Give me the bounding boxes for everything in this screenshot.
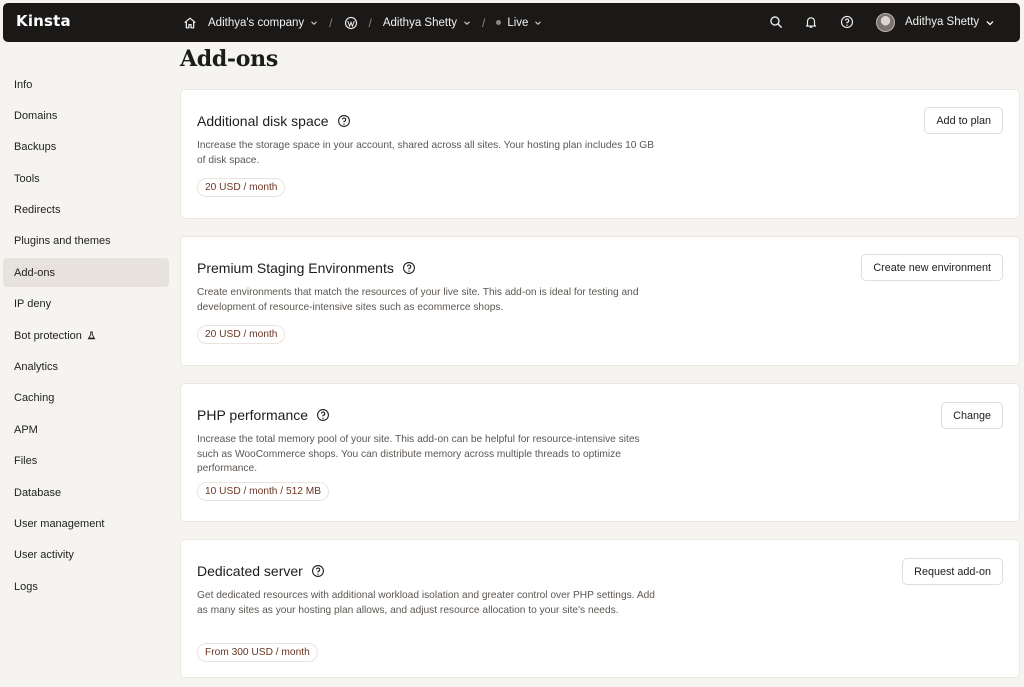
sidebar-item-bot-protection[interactable]: Bot protection <box>3 321 169 350</box>
addon-card-dedicated-server: Dedicated server Get dedicated resources… <box>180 539 1020 678</box>
sidebar-item-label: Analytics <box>14 361 59 374</box>
breadcrumb-separator: / <box>368 15 372 30</box>
help-icon[interactable] <box>311 564 325 578</box>
chevron-down-icon <box>535 20 542 25</box>
add-to-plan-button[interactable]: Add to plan <box>924 107 1003 134</box>
sidebar-item-user-management[interactable]: User management <box>3 509 169 538</box>
sidebar-item-analytics[interactable]: Analytics <box>3 353 169 382</box>
price-badge: 20 USD / month <box>197 325 286 344</box>
environment-status-dot <box>496 20 502 25</box>
sidebar-item-database[interactable]: Database <box>3 478 169 507</box>
sidebar-item-apm[interactable]: APM <box>3 415 169 444</box>
sidebar-item-label: Backups <box>14 141 57 154</box>
home-icon <box>184 17 196 28</box>
site-name: Adithya Shetty <box>382 16 458 29</box>
addon-card-disk-space: Additional disk space Increase the stora… <box>180 89 1020 219</box>
kinsta-logo[interactable]: Kinsta <box>16 12 71 30</box>
help-icon[interactable] <box>840 15 854 29</box>
sidebar-item-tools[interactable]: Tools <box>3 164 169 193</box>
sidebar-item-label: Add-ons <box>14 266 55 279</box>
card-title-text: Dedicated server <box>197 563 303 579</box>
sidebar-item-redirects[interactable]: Redirects <box>3 196 169 225</box>
breadcrumb-wordpress[interactable] <box>344 16 358 30</box>
card-description: Create environments that match the resou… <box>197 287 639 313</box>
create-new-environment-button[interactable]: Create new environment <box>861 254 1003 281</box>
sidebar-item-label: Bot protection <box>14 329 82 342</box>
sidebar-item-ip-deny[interactable]: IP deny <box>3 290 169 319</box>
sidebar-item-caching[interactable]: Caching <box>3 384 169 413</box>
card-title-text: PHP performance <box>197 407 309 423</box>
environment-name: Live <box>507 16 529 29</box>
breadcrumb-separator: / <box>329 15 333 30</box>
flask-icon <box>87 331 96 340</box>
sidebar-item-files[interactable]: Files <box>3 447 169 476</box>
request-add-on-button[interactable]: Request add-on <box>902 558 1003 585</box>
breadcrumb-separator: / <box>482 15 486 30</box>
sidebar-item-label: IP deny <box>14 298 52 311</box>
breadcrumb-environment[interactable]: Live <box>496 17 542 29</box>
sidebar-item-info[interactable]: Info <box>3 70 169 99</box>
sidebar-item-label: User management <box>14 517 105 530</box>
avatar[interactable] <box>876 13 895 32</box>
sidebar-item-label: Domains <box>14 109 58 122</box>
price-badge: 20 USD / month <box>197 178 286 197</box>
help-icon[interactable] <box>316 408 330 422</box>
sidebar-item-label: User activity <box>14 549 74 562</box>
sidebar-item-plugins-and-themes[interactable]: Plugins and themes <box>3 227 169 256</box>
sidebar-item-label: Logs <box>14 580 38 593</box>
card-title: Dedicated server <box>197 563 325 579</box>
user-name[interactable]: Adithya Shetty <box>905 16 979 28</box>
card-title: PHP performance <box>197 407 330 423</box>
card-title: Premium Staging Environments <box>197 260 416 276</box>
top-navigation-bar: Kinsta Adithya's company / / Adithya She… <box>3 3 1020 42</box>
breadcrumb: Adithya's company / / Adithya Shetty / L… <box>183 3 542 42</box>
sidebar-item-label: Caching <box>14 392 55 405</box>
sidebar-item-backups[interactable]: Backups <box>3 133 169 162</box>
sidebar-item-user-activity[interactable]: User activity <box>3 541 169 570</box>
card-description: Increase the storage space in your accou… <box>197 140 655 166</box>
card-title-text: Additional disk space <box>197 113 329 129</box>
addon-card-premium-staging: Premium Staging Environments Create envi… <box>180 236 1020 366</box>
chevron-down-icon <box>464 20 470 25</box>
sidebar-item-label: Plugins and themes <box>14 235 111 248</box>
change-button[interactable]: Change <box>941 402 1003 429</box>
sidebar-item-label: Redirects <box>14 204 61 217</box>
wordpress-icon <box>344 16 357 29</box>
sidebar-item-label: Info <box>14 78 33 91</box>
page-title: Add-ons <box>180 46 278 72</box>
card-title-text: Premium Staging Environments <box>197 260 394 276</box>
company-name: Adithya's company <box>208 16 305 29</box>
addon-card-php-performance: PHP performance Increase the total memor… <box>180 383 1020 522</box>
chevron-down-icon <box>311 20 318 25</box>
sidebar-item-domains[interactable]: Domains <box>3 101 169 130</box>
card-description: Get dedicated resources with additional … <box>197 590 655 616</box>
sidebar-item-label: Files <box>14 455 38 468</box>
sidebar-item-label: Database <box>14 486 62 499</box>
sidebar: Info Domains Backups Tools Redirects Plu… <box>3 70 169 604</box>
sidebar-item-add-ons[interactable]: Add-ons <box>3 258 169 288</box>
breadcrumb-site[interactable]: Adithya Shetty <box>383 17 471 29</box>
sidebar-item-label: Tools <box>14 172 40 185</box>
sidebar-item-logs[interactable]: Logs <box>3 572 169 601</box>
breadcrumb-company[interactable]: Adithya's company <box>183 16 318 30</box>
help-icon[interactable] <box>337 114 351 128</box>
search-icon[interactable] <box>769 15 783 29</box>
price-badge: 10 USD / month / 512 MB <box>197 482 330 501</box>
card-title: Additional disk space <box>197 113 351 129</box>
chevron-down-icon[interactable] <box>985 18 995 28</box>
help-icon[interactable] <box>402 261 416 275</box>
card-description: Increase the total memory pool of your s… <box>197 434 640 475</box>
bell-icon[interactable] <box>804 15 818 29</box>
price-badge: From 300 USD / month <box>197 643 318 662</box>
sidebar-item-label: APM <box>14 423 38 436</box>
